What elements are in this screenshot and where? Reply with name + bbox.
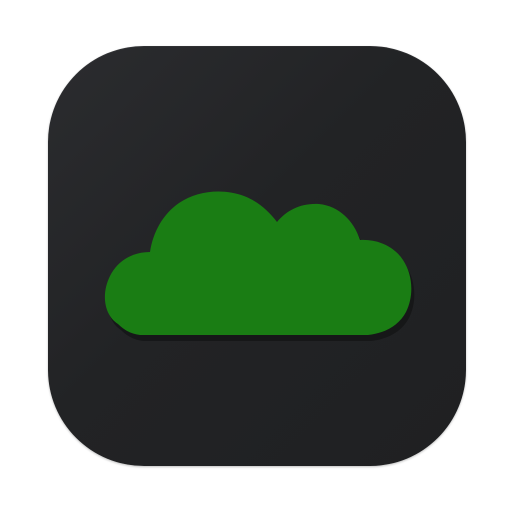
icon-stage: [0, 0, 512, 512]
cloud-icon: [104, 191, 415, 341]
cloud-shape: [104, 191, 412, 335]
